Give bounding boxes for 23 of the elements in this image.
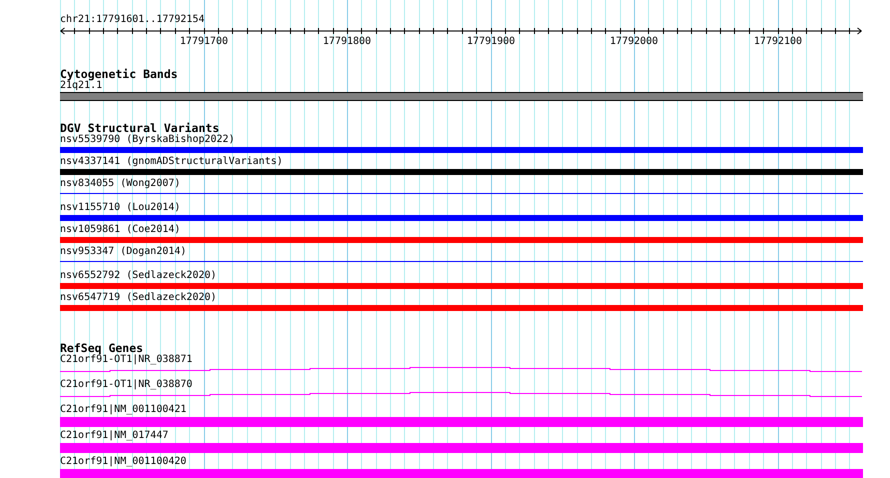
feature-label: nsv5539790 (ByrskaBishop2022) xyxy=(60,134,235,146)
feature-label: nsv1155710 (Lou2014) xyxy=(60,202,180,214)
track-title: RefSeq Genes xyxy=(60,342,144,354)
track-title: Cytogenetic Bands xyxy=(60,68,179,80)
feature-label: nsv4337141 (gnomADStructuralVariants) xyxy=(60,156,283,168)
track-title: DGV Structural Variants xyxy=(60,122,220,134)
tick-label: 17792100 xyxy=(754,36,802,48)
feature-label: C21orf91-OT1|NR_038871 xyxy=(60,354,192,366)
feature-label: nsv6552792 (Sedlazeck2020) xyxy=(60,270,217,282)
tick-label: 17792000 xyxy=(610,36,658,48)
feature-label: nsv834055 (Wong2007) xyxy=(60,178,180,190)
feature-label: C21orf91|NM_001100420 xyxy=(60,456,186,468)
feature-label: nsv6547719 (Sedlazeck2020) xyxy=(60,292,217,304)
feature-label: 21q21.1 xyxy=(60,80,102,92)
feature-label: C21orf91|NM_017447 xyxy=(60,430,168,442)
region-label: chr21:17791601..17792154 xyxy=(60,14,206,26)
feature-label: C21orf91-OT1|NR_038870 xyxy=(60,379,192,391)
tick-label: 17791800 xyxy=(322,36,372,48)
feature-label: nsv953347 (Dogan2014) xyxy=(60,246,186,258)
feature-label: nsv1059861 (Coe2014) xyxy=(60,224,180,236)
feature-label: C21orf91|NM_001100421 xyxy=(60,404,186,416)
tick-label: 17791700 xyxy=(180,36,228,48)
tick-label: 17791900 xyxy=(466,36,516,48)
